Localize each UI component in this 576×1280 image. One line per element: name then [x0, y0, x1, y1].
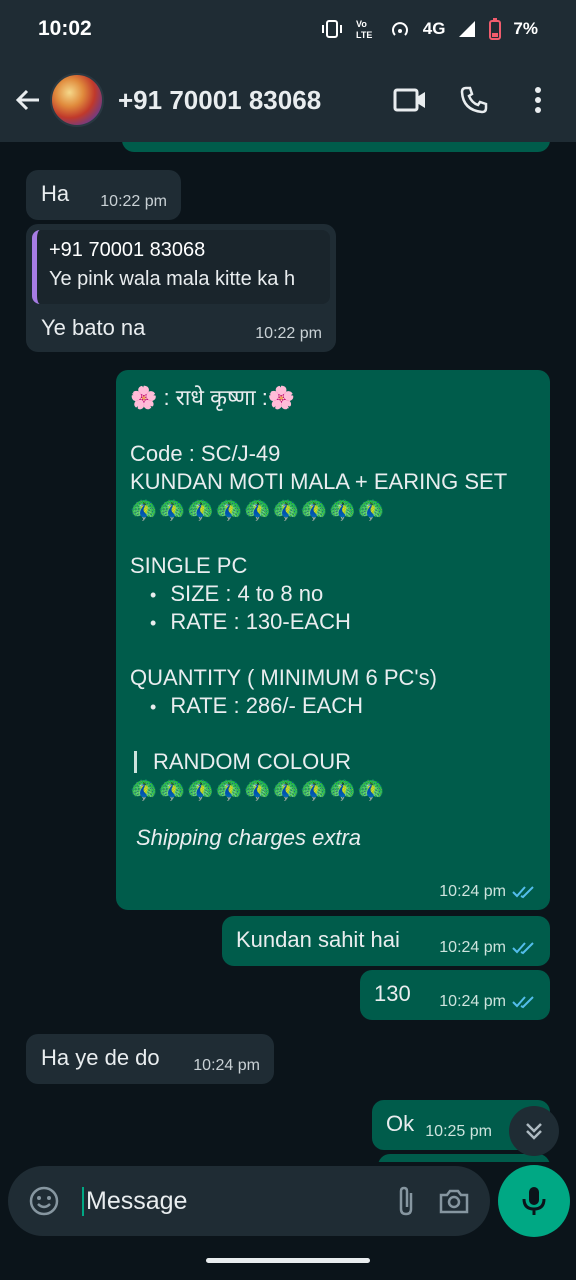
back-arrow-icon: [15, 89, 39, 111]
message-time: 10:24 pm: [439, 992, 536, 1012]
message-list[interactable]: Ha 10:22 pm +91 70001 83068 Ye pink wala…: [0, 142, 576, 1162]
signal-icon: [459, 21, 476, 37]
emoji-button[interactable]: [20, 1177, 68, 1225]
message-text: Ye bato na: [41, 315, 146, 340]
message-input[interactable]: Message: [82, 1186, 382, 1216]
video-call-button[interactable]: [384, 74, 436, 126]
system-nav-bar: [0, 1238, 576, 1280]
message-bubble-incoming[interactable]: Ha ye de do 10:24 pm: [26, 1034, 274, 1084]
message-text: Kundan sahit hai: [236, 927, 400, 952]
voice-call-button[interactable]: [448, 74, 500, 126]
paperclip-icon: [399, 1186, 413, 1216]
status-time: 10:02: [38, 17, 92, 40]
message-line: SINGLE PC: [130, 553, 248, 578]
message-time: 10:24 pm: [439, 882, 536, 902]
message-text: Ok: [386, 1111, 415, 1136]
message-line: Code : SC/J-49: [130, 441, 281, 466]
camera-icon: [439, 1189, 469, 1214]
video-call-icon: [393, 88, 425, 112]
battery-icon: [489, 18, 502, 40]
double-chevron-down-icon: [526, 1123, 542, 1140]
quoted-text: Ye pink wala mala kitte ka h: [49, 268, 296, 290]
contact-avatar[interactable]: [50, 73, 104, 127]
message-text: Ha: [41, 181, 70, 206]
message-line: SIZE : 4 to 8 no: [130, 580, 536, 608]
message-bubble-outgoing[interactable]: Kundan sahit hai 10:24 pm: [222, 916, 550, 966]
more-options-button[interactable]: [512, 74, 564, 126]
message-text: Ha ye de do: [41, 1045, 160, 1070]
message-time: 10:24 pm: [193, 1057, 260, 1074]
message-line: 🦚🦚🦚🦚🦚🦚🦚🦚🦚: [130, 777, 386, 802]
message-line: RATE : 130-EACH: [130, 608, 536, 636]
message-text: 130: [374, 981, 411, 1006]
message-bubble-incoming[interactable]: Ha 10:22 pm: [26, 170, 181, 220]
contact-name[interactable]: +91 70001 83068: [118, 85, 384, 116]
message-bubble-outgoing[interactable]: 130 10:24 pm: [360, 970, 550, 1020]
status-bar: 10:02 Vo LTE 4G 7%: [0, 0, 576, 58]
quoted-author: +91 70001 83068: [49, 239, 206, 261]
status-icons: Vo LTE 4G 7%: [321, 18, 538, 40]
vibrate-icon: [321, 20, 342, 38]
message-line: RATE : 286/- EACH: [130, 692, 536, 720]
scroll-to-bottom-button[interactable]: [509, 1106, 559, 1156]
read-ticks-icon: [512, 942, 534, 955]
hotspot-icon: [391, 22, 408, 36]
svg-text:LTE: LTE: [356, 30, 372, 40]
camera-button[interactable]: [430, 1177, 478, 1225]
message-composer: Message: [8, 1166, 490, 1236]
message-line: 🦚🦚🦚🦚🦚🦚🦚🦚🦚: [130, 497, 386, 522]
message-time: 10:22 pm: [100, 193, 167, 210]
quoted-message[interactable]: +91 70001 83068 Ye pink wala mala kitte …: [32, 230, 330, 304]
message-bubble-incoming[interactable]: +91 70001 83068 Ye pink wala mala kitte …: [26, 224, 336, 352]
message-time: 10:22 pm: [255, 325, 322, 342]
read-ticks-icon: [512, 886, 534, 899]
emoji-icon: [29, 1186, 59, 1216]
battery-level: 7%: [513, 19, 538, 38]
message-line: Shipping charges extra: [136, 825, 362, 850]
message-line: RANDOM COLOUR: [130, 748, 536, 776]
voice-call-icon: [460, 86, 488, 114]
voice-message-button[interactable]: [498, 1165, 570, 1237]
message-time: 10:24 pm: [439, 938, 536, 958]
message-line: QUANTITY ( MINIMUM 6 PC's): [130, 665, 437, 690]
microphone-icon: [522, 1187, 546, 1215]
home-gesture-pill[interactable]: [206, 1258, 370, 1263]
back-button[interactable]: [6, 78, 50, 122]
chat-header: +91 70001 83068: [0, 58, 576, 142]
more-options-icon: [535, 87, 541, 113]
message-bubble-outgoing[interactable]: 🌸 : राधे कृष्णा :🌸 Code : SC/J-49 KUNDAN…: [116, 370, 550, 910]
volte-icon: VoLTE: [356, 19, 372, 40]
message-line: 🌸 : राधे कृष्णा :🌸: [130, 385, 296, 410]
svg-text:Vo: Vo: [356, 19, 367, 29]
quote-bar: [134, 751, 137, 773]
message-time: 10:25 pm: [425, 1123, 492, 1140]
read-ticks-icon: [512, 996, 534, 1009]
message-line: KUNDAN MOTI MALA + EARING SET: [130, 469, 508, 494]
message-line-text: RANDOM COLOUR: [153, 749, 352, 775]
network-type: 4G: [422, 19, 446, 38]
message-bubble-partial: [378, 1154, 550, 1162]
attach-button[interactable]: [382, 1177, 430, 1225]
message-bubble-partial: [122, 142, 550, 152]
